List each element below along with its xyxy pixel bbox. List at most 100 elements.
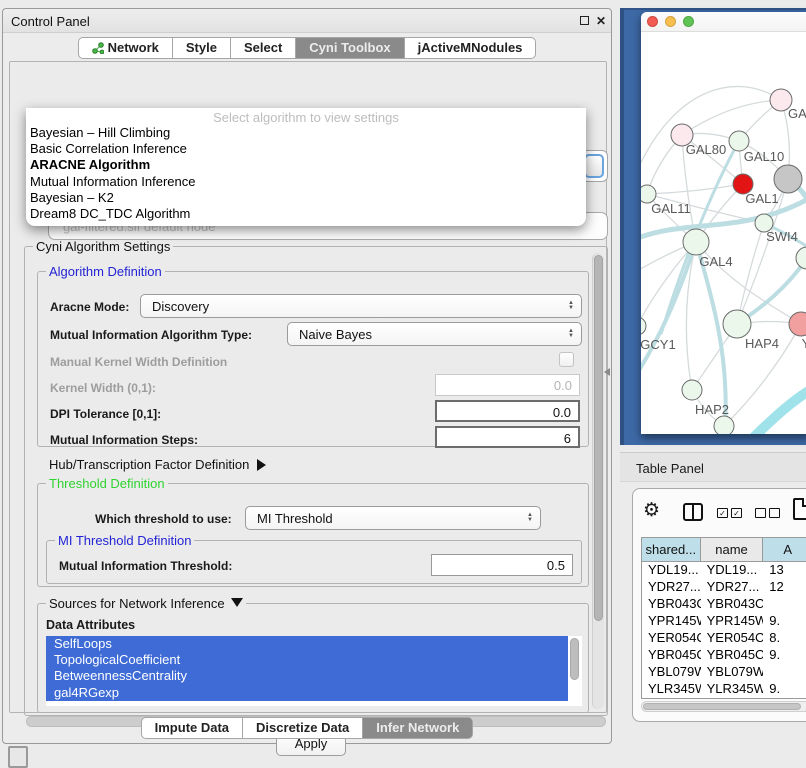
dropdown-item-bayesian-k2[interactable]: Bayesian – K2 xyxy=(26,190,586,206)
dropdown-item-basic-correlation-inference[interactable]: Basic Correlation Inference xyxy=(26,141,586,157)
table-cell: YBR045C xyxy=(701,647,764,664)
network-edge[interactable] xyxy=(682,100,781,135)
close-window-icon[interactable]: ✕ xyxy=(594,14,608,28)
attribute-item-topologicalcoefficient[interactable]: TopologicalCoefficient xyxy=(46,652,568,668)
float-window-icon[interactable] xyxy=(577,14,591,28)
dpi-tolerance-field[interactable]: 0.0 xyxy=(435,400,580,422)
table-cell: 12 xyxy=(763,579,806,596)
which-threshold-combobox[interactable]: MI Threshold ▲▼ xyxy=(245,506,541,530)
mi-steps-field[interactable]: 6 xyxy=(435,426,580,448)
combo-stepper-icon[interactable] xyxy=(584,154,604,178)
dropdown-item-aracne-algorithm[interactable]: ARACNE Algorithm xyxy=(26,157,586,173)
data-attributes-list[interactable]: SelfLoopsTopologicalCoefficientBetweenne… xyxy=(46,636,582,706)
network-edge[interactable] xyxy=(647,184,743,194)
bottom-tab-infer-network[interactable]: Infer Network xyxy=(363,717,473,739)
network-node-bottom-green[interactable] xyxy=(714,416,734,434)
kernel-width-field[interactable]: 0.0 xyxy=(435,374,580,396)
settings-group-title: Cyni Algorithm Settings xyxy=(33,239,173,254)
select-all-icon[interactable]: ✓ xyxy=(731,508,742,518)
table-row[interactable]: YIL052CYIL052C9 xyxy=(642,698,806,699)
table-cell: YBR045C xyxy=(642,647,701,664)
network-view-frame: GALGAL80GAL10GAL1GAL11SWI4GAL4GCY1HAP4YH… xyxy=(620,8,806,445)
table-row[interactable]: YBR045CYBR045C9. xyxy=(642,647,806,664)
column-header-a[interactable]: A xyxy=(763,538,806,562)
document-icon[interactable] xyxy=(793,498,806,520)
table-cell: YLR345W xyxy=(642,681,701,698)
tab-cyni-toolbox[interactable]: Cyni Toolbox xyxy=(296,37,404,59)
table-cell: 13 xyxy=(763,562,806,579)
table-row[interactable]: YDR27...YDR27...12 xyxy=(642,579,806,596)
algorithm-dropdown-placeholder: Select algorithm to view settings xyxy=(26,108,586,125)
network-edge[interactable] xyxy=(641,86,781,180)
tab-network[interactable]: Network xyxy=(78,37,173,59)
table-cell: YBR043C xyxy=(701,596,764,613)
network-node-salmon-right[interactable] xyxy=(789,312,806,336)
table-row[interactable]: YDL19...YDL19...13 xyxy=(642,562,806,579)
cyni-toolbox-content: gal-filtered.sif default node Select alg… xyxy=(9,61,607,713)
settings-vertical-scrollbar[interactable] xyxy=(592,253,604,709)
table-row[interactable]: YBR043CYBR043C xyxy=(642,596,806,613)
tab-label: Cyni Toolbox xyxy=(309,38,390,58)
network-node-GCY1[interactable] xyxy=(641,317,646,335)
bottom-tab-discretize-data[interactable]: Discretize Data xyxy=(243,717,363,739)
algorithm-dropdown-popup: Select algorithm to view settings Bayesi… xyxy=(26,108,586,226)
combo-stepper-icon: ▲▼ xyxy=(565,301,581,311)
table-cell: YDR27... xyxy=(701,579,764,596)
node-label-GAL4: GAL4 xyxy=(699,254,732,269)
aracne-mode-combobox[interactable]: Discovery ▲▼ xyxy=(140,294,582,318)
dropdown-item-dream8-dc-tdc-algorithm[interactable]: Dream8 DC_TDC Algorithm xyxy=(26,206,586,222)
node-label-GAL80: GAL80 xyxy=(686,142,726,157)
network-node-hub-gray[interactable] xyxy=(774,165,802,193)
table-horizontal-scrollbar[interactable] xyxy=(641,701,806,712)
tab-select[interactable]: Select xyxy=(231,37,296,59)
network-node-GAL4[interactable] xyxy=(683,229,709,255)
attribute-item-betweennesscentrality[interactable]: BetweennessCentrality xyxy=(46,668,568,684)
table-cell: YBR043C xyxy=(642,596,701,613)
hub-transcription-factor-section[interactable]: Hub/Transcription Factor Definition xyxy=(49,457,266,472)
tab-label: Network xyxy=(108,38,159,58)
table-scrollbar-thumb[interactable] xyxy=(643,703,801,710)
table-row[interactable]: YER054CYER054C8. xyxy=(642,630,806,647)
table-row[interactable]: YPR145WYPR145W9. xyxy=(642,613,806,630)
column-header-name[interactable]: name xyxy=(701,538,764,562)
mi-threshold-definition-group: MI Threshold Definition Mutual Informati… xyxy=(46,540,582,584)
tab-label: Style xyxy=(186,38,217,58)
clear-selection-icon[interactable] xyxy=(769,508,780,518)
tab-jactivemnodules[interactable]: jActiveMNodules xyxy=(405,37,537,59)
dropdown-item-bayesian-hill-climbing[interactable]: Bayesian – Hill Climbing xyxy=(26,125,586,141)
network-graph-canvas[interactable]: GALGAL80GAL10GAL1GAL11SWI4GAL4GCY1HAP4YH… xyxy=(641,32,806,434)
table-cell: YIL052C xyxy=(642,698,701,699)
attribute-item-gal4rgexp[interactable]: gal4RGexp xyxy=(46,685,568,701)
settings-scrollbar-thumb[interactable] xyxy=(594,255,603,621)
expand-right-icon[interactable] xyxy=(257,459,266,471)
data-attributes-label: Data Attributes xyxy=(46,618,135,632)
network-node-right-green[interactable] xyxy=(796,247,806,269)
manual-kernel-checkbox[interactable] xyxy=(559,352,574,367)
mi-algorithm-type-combobox[interactable]: Naive Bayes ▲▼ xyxy=(287,322,582,346)
split-view-icon[interactable] xyxy=(683,503,703,521)
mutual-information-threshold-field[interactable]: 0.5 xyxy=(431,554,573,576)
tab-style[interactable]: Style xyxy=(173,37,231,59)
control-panel-titlebar: Control Panel ✕ xyxy=(3,9,611,33)
gear-icon[interactable]: ⚙ xyxy=(643,499,660,521)
network-node-HAP2[interactable] xyxy=(682,380,702,400)
collapse-down-icon[interactable] xyxy=(231,598,243,607)
attributes-list-scrollbar[interactable] xyxy=(570,638,579,680)
splitpane-collapse-icon[interactable] xyxy=(604,368,610,376)
sources-group-title: Sources for Network Inference xyxy=(46,596,246,611)
close-traffic-light-icon[interactable] xyxy=(647,16,658,27)
network-node-GAL10[interactable] xyxy=(729,131,749,151)
table-row[interactable]: YBL079WYBL079W xyxy=(642,664,806,681)
select-all-icon[interactable]: ✓ xyxy=(717,508,728,518)
network-node-HAP4[interactable] xyxy=(723,310,751,338)
attribute-item-selfloops[interactable]: SelfLoops xyxy=(46,636,568,652)
manual-kernel-label: Manual Kernel Width Definition xyxy=(50,355,227,369)
column-header-shared-[interactable]: shared... xyxy=(642,538,701,562)
minimize-traffic-light-icon[interactable] xyxy=(665,16,676,27)
clear-selection-icon[interactable] xyxy=(755,508,766,518)
bottom-tab-impute-data[interactable]: Impute Data xyxy=(141,717,243,739)
table-cell: 9. xyxy=(763,613,806,630)
zoom-traffic-light-icon[interactable] xyxy=(683,16,694,27)
dropdown-item-mutual-information-inference[interactable]: Mutual Information Inference xyxy=(26,174,586,190)
table-row[interactable]: YLR345WYLR345W9. xyxy=(642,681,806,698)
